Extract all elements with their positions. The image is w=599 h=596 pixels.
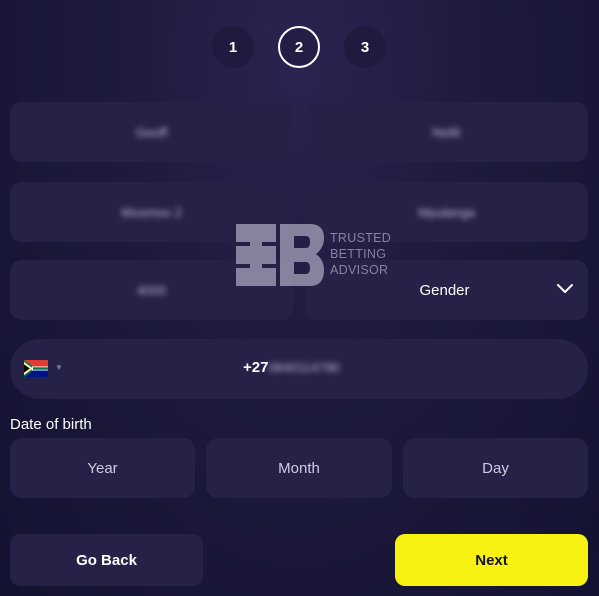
phone-number: 0840114790	[268, 360, 340, 375]
first-name-value: Geoff	[135, 124, 168, 140]
phone-prefix: +27	[243, 359, 269, 376]
postal-code-value: 4000	[137, 282, 166, 298]
first-name-field[interactable]: Geoff	[10, 102, 293, 162]
dob-label: Date of birth	[10, 416, 92, 433]
go-back-button[interactable]: Go Back	[10, 534, 203, 586]
south-africa-flag-icon[interactable]	[24, 360, 48, 377]
step-1[interactable]: 1	[212, 26, 254, 68]
city-value: Mpulanga	[417, 204, 476, 220]
watermark-line-2: BETTING	[330, 247, 387, 261]
country-dropdown-icon[interactable]: ▼	[55, 363, 63, 372]
address-value: Mosmoo 2	[121, 204, 182, 220]
dob-year-label: Year	[87, 459, 118, 477]
dob-year-select[interactable]: Year	[10, 438, 195, 498]
watermark-line-1: TRUSTED	[330, 231, 392, 245]
dob-month-label: Month	[278, 459, 320, 477]
dob-day-label: Day	[482, 459, 509, 477]
last-name-value: Nelili	[432, 124, 461, 140]
phone-field[interactable]: ▼ +270840114790	[10, 339, 588, 399]
watermark-line-3: ADVISOR	[330, 263, 389, 277]
dob-day-select[interactable]: Day	[403, 438, 588, 498]
step-2-active[interactable]: 2	[278, 26, 320, 68]
step-3[interactable]: 3	[344, 26, 386, 68]
last-name-field[interactable]: Nelili	[305, 102, 588, 162]
dob-month-select[interactable]: Month	[206, 438, 392, 498]
tba-logo-icon	[236, 224, 324, 286]
trusted-betting-advisor-watermark: TRUSTED BETTING ADVISOR	[236, 224, 396, 286]
stepper: 1 2 3	[0, 26, 599, 68]
chevron-down-icon	[557, 284, 573, 293]
gender-label: Gender	[419, 281, 470, 299]
watermark-text: TRUSTED BETTING ADVISOR	[330, 230, 391, 278]
next-button[interactable]: Next	[395, 534, 588, 586]
phone-value: +270840114790	[243, 359, 340, 376]
